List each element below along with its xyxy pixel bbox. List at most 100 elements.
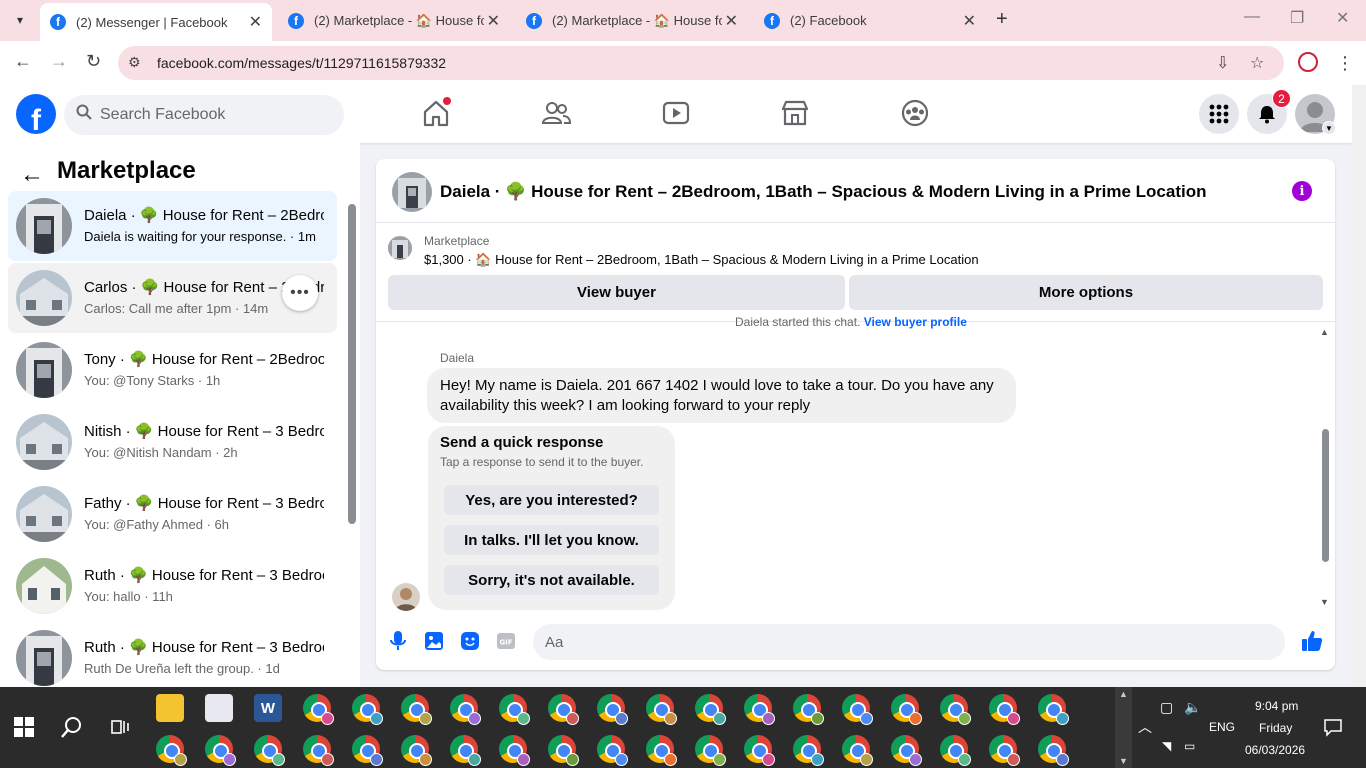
thumbs-up-icon[interactable] [1300,629,1324,653]
speaker-icon[interactable]: 🔈 [1184,699,1201,716]
conversation-item[interactable]: Carlos · 🌳 House for Rent – 2 BedroomCar… [8,263,337,333]
reload-icon[interactable]: ↻ [86,51,101,72]
language-indicator[interactable]: ENG [1209,720,1235,734]
clock-time[interactable]: 9:04 pm [1255,699,1298,713]
chrome-icon[interactable] [744,735,775,766]
chrome-icon[interactable] [254,735,285,766]
file-explorer-icon[interactable] [156,694,184,722]
address-bar[interactable]: ⚙ facebook.com/messages/t/11297116158793… [118,46,1284,80]
sticker-icon[interactable] [458,629,482,653]
browser-menu-icon[interactable]: ⋮ [1336,53,1354,74]
chevron-down-icon[interactable]: ▼ [1322,121,1336,135]
browser-tab-marketplace-2[interactable]: f (2) Marketplace - 🏠 House for ✕ [516,4,748,37]
notification-center-icon[interactable] [1323,717,1343,737]
quick-reply-not-available[interactable]: Sorry, it's not available. [444,565,659,595]
chrome-icon[interactable] [548,694,579,725]
conversation-item[interactable]: Nitish · 🌳 House for Rent – 3 Bedroom You… [8,407,337,477]
chrome-icon[interactable] [744,694,775,725]
scroll-down-icon[interactable]: ▼ [1119,756,1128,766]
photo-icon[interactable] [422,629,446,653]
marketplace-icon[interactable] [780,98,810,128]
clock-date[interactable]: 06/03/2026 [1245,743,1305,757]
battery-icon[interactable]: ▭ [1184,739,1195,753]
gif-icon[interactable]: GIF [494,629,518,653]
search-input[interactable] [100,95,330,135]
chrome-icon[interactable] [548,735,579,766]
chrome-icon[interactable] [303,694,334,725]
close-tab-icon[interactable]: ✕ [487,11,500,31]
more-options-icon[interactable]: ••• [282,275,318,311]
chrome-icon[interactable] [597,694,628,725]
listing-thumbnail[interactable] [392,172,432,212]
install-app-icon[interactable]: ⇩ [1216,53,1229,73]
conversation-item[interactable]: Fathy · 🌳 House for Rent – 3 Bedroom You:… [8,479,337,549]
browser-tab-facebook[interactable]: f (2) Facebook ✕ [754,4,986,37]
word-icon[interactable]: W [254,694,282,722]
new-tab-icon[interactable]: + [996,8,1008,31]
chrome-icon[interactable] [1038,694,1069,725]
sidebar-scrollbar-thumb[interactable] [348,204,356,524]
chrome-icon[interactable] [352,735,383,766]
restore-icon[interactable]: ❐ [1290,8,1304,28]
chrome-icon[interactable] [891,735,922,766]
chrome-icon[interactable] [303,735,334,766]
menu-grid-button[interactable] [1199,94,1239,134]
chrome-icon[interactable] [940,694,971,725]
page-scrollbar[interactable] [1352,85,1366,687]
quick-reply-in-talks[interactable]: In talks. I'll let you know. [444,525,659,555]
paint-icon[interactable] [205,694,233,722]
close-tab-icon[interactable]: ✕ [249,12,262,32]
chrome-icon[interactable] [793,735,824,766]
tab-search-dropdown-icon[interactable]: ▾ [8,8,32,32]
chrome-icon[interactable] [597,735,628,766]
browser-tab-messenger[interactable]: f (2) Messenger | Facebook ✕ [40,3,272,41]
quick-reply-yes[interactable]: Yes, are you interested? [444,485,659,515]
forward-icon[interactable]: → [50,51,68,72]
clock-day[interactable]: Friday [1259,721,1292,735]
taskbar-scrollbar[interactable]: ▲ ▼ [1115,687,1132,768]
message-input[interactable] [545,624,1245,660]
bookmark-star-icon[interactable]: ☆ [1250,53,1264,73]
url-text[interactable]: facebook.com/messages/t/1129711615879332 [157,55,446,71]
browser-profile-icon[interactable] [1298,52,1318,72]
chrome-icon[interactable] [695,735,726,766]
chat-scrollbar-thumb[interactable] [1322,429,1329,562]
task-view-icon[interactable] [110,717,130,737]
chrome-icon[interactable] [499,735,530,766]
chrome-icon[interactable] [842,735,873,766]
microphone-icon[interactable] [386,629,410,653]
close-tab-icon[interactable]: ✕ [963,11,976,31]
facebook-logo-icon[interactable]: f [16,94,56,134]
scroll-down-icon[interactable]: ▼ [1320,597,1329,607]
show-hidden-icons-icon[interactable]: ︿ [1138,717,1152,737]
chrome-icon[interactable] [156,735,187,766]
scroll-up-icon[interactable]: ▲ [1119,689,1128,699]
chrome-icon[interactable] [989,694,1020,725]
chrome-icon[interactable] [401,735,432,766]
close-window-icon[interactable]: ✕ [1336,8,1349,28]
back-icon[interactable]: ← [14,51,32,72]
chrome-icon[interactable] [450,735,481,766]
chrome-icon[interactable] [989,735,1020,766]
chrome-icon[interactable] [940,735,971,766]
minimize-icon[interactable]: — [1244,8,1260,26]
chrome-icon[interactable] [205,735,236,766]
conversation-item[interactable]: Ruth · 🌳 House for Rent – 3 Bedroom Ruth … [8,623,337,693]
facebook-search[interactable] [64,95,344,135]
scroll-up-icon[interactable]: ▲ [1320,327,1329,337]
chrome-icon[interactable] [842,694,873,725]
conversation-item[interactable]: Tony · 🌳 House for Rent – 2Bedroom, 1Bat… [8,335,337,405]
sender-avatar[interactable] [392,583,420,611]
taskbar-search-icon[interactable] [60,715,84,739]
chrome-icon[interactable] [695,694,726,725]
meet-now-icon[interactable]: ▢ [1160,699,1173,716]
windows-start-icon[interactable] [14,717,34,737]
close-tab-icon[interactable]: ✕ [725,11,738,31]
more-options-button[interactable]: More options [849,275,1323,310]
conversation-item[interactable]: Daiela · 🌳 House for Rent – 2Bedroom, 1B… [8,191,337,261]
view-buyer-button[interactable]: View buyer [388,275,845,310]
chrome-icon[interactable] [646,735,677,766]
chrome-icon[interactable] [450,694,481,725]
groups-icon[interactable] [900,98,930,128]
back-arrow-icon[interactable]: ← [20,161,44,189]
